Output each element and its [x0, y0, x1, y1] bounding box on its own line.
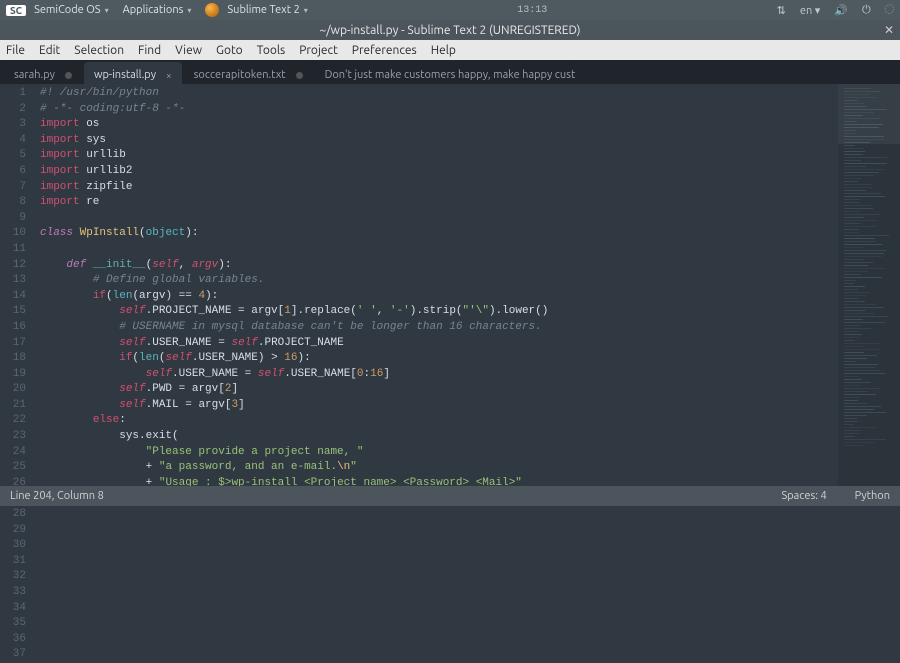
- code-line[interactable]: import re: [40, 195, 838, 211]
- code-line[interactable]: sys.exit(: [40, 429, 838, 445]
- menu-find[interactable]: Find: [138, 44, 161, 57]
- distro-logo: SC: [6, 5, 26, 16]
- tab[interactable]: wp-install.py ×: [84, 62, 182, 84]
- code-line[interactable]: self.PROJECT_NAME = argv[1].replace(' ',…: [40, 304, 838, 320]
- power-icon[interactable]: ⏻: [862, 4, 871, 17]
- window-title: ~/wp-install.py - Sublime Text 2 (UNREGI…: [319, 24, 580, 37]
- code-line[interactable]: #! /usr/bin/python: [40, 86, 838, 102]
- distro-menu[interactable]: SemiCode OS ▾: [34, 4, 109, 16]
- code-line[interactable]: import zipfile: [40, 180, 838, 196]
- editor-area: 1234567891011121314151617181920212223242…: [0, 84, 900, 486]
- syntax-setting[interactable]: Python: [855, 490, 890, 502]
- code-line[interactable]: if(len(self.USER_NAME) > 16):: [40, 351, 838, 367]
- code-line[interactable]: [40, 242, 838, 258]
- code-line[interactable]: self.USER_NAME = self.PROJECT_NAME: [40, 336, 838, 352]
- code-line[interactable]: import urllib: [40, 148, 838, 164]
- code-line[interactable]: + "Usage : $>wp-install <Project name> <…: [40, 476, 838, 486]
- statusbar: Line 204, Column 8 Spaces: 4 Python: [0, 486, 900, 506]
- applications-label: Applications: [123, 4, 184, 16]
- tab[interactable]: sarah.py: [4, 62, 82, 84]
- code-line[interactable]: import os: [40, 117, 838, 133]
- clock[interactable]: 13:13: [517, 5, 547, 16]
- close-tab-icon[interactable]: ×: [166, 70, 172, 81]
- chevron-down-icon: ▾: [187, 6, 191, 15]
- menu-selection[interactable]: Selection: [74, 44, 124, 57]
- menu-project[interactable]: Project: [299, 44, 338, 57]
- menu-preferences[interactable]: Preferences: [352, 44, 417, 57]
- sublime-icon: [205, 3, 219, 17]
- dirty-indicator-icon[interactable]: [296, 72, 303, 79]
- code-line[interactable]: class WpInstall(object):: [40, 226, 838, 242]
- tab-label: Don't just make customers happy, make ha…: [325, 69, 575, 81]
- indent-setting[interactable]: Spaces: 4: [781, 490, 826, 502]
- running-app-label: Sublime Text 2: [227, 4, 299, 16]
- os-panel: SC SemiCode OS ▾ Applications ▾ Sublime …: [0, 0, 900, 20]
- chevron-down-icon: ▾: [105, 6, 109, 15]
- code-line[interactable]: self.USER_NAME = self.USER_NAME[0:16]: [40, 367, 838, 383]
- tab-label: wp-install.py: [94, 69, 156, 81]
- menu-file[interactable]: File: [6, 44, 25, 57]
- code-line[interactable]: # USERNAME in mysql database can't be lo…: [40, 320, 838, 336]
- code-line[interactable]: def __init__(self, argv):: [40, 258, 838, 274]
- menu-edit[interactable]: Edit: [39, 44, 60, 57]
- tab[interactable]: Don't just make customers happy, make ha…: [315, 62, 575, 84]
- window-titlebar: ~/wp-install.py - Sublime Text 2 (UNREGI…: [0, 20, 900, 40]
- code-line[interactable]: if(len(argv) == 4):: [40, 289, 838, 305]
- code-line[interactable]: [40, 211, 838, 227]
- code-line[interactable]: + "a password, and an e-mail.\n": [40, 460, 838, 476]
- code-line[interactable]: self.MAIL = argv[3]: [40, 398, 838, 414]
- net-indicator-icon[interactable]: ⇅: [777, 4, 786, 17]
- distro-label: SemiCode OS: [34, 4, 101, 16]
- code-line[interactable]: import urllib2: [40, 164, 838, 180]
- volume-icon[interactable]: 🔊: [834, 4, 848, 17]
- code-line[interactable]: "Please provide a project name, ": [40, 445, 838, 461]
- code-line[interactable]: self.PWD = argv[2]: [40, 382, 838, 398]
- code-line[interactable]: import sys: [40, 133, 838, 149]
- close-icon[interactable]: ✕: [884, 23, 894, 37]
- minimap-content: [844, 88, 894, 482]
- session-icon[interactable]: ◌: [885, 4, 894, 16]
- lang-label: en: [800, 5, 812, 17]
- tabbar: sarah.py wp-install.py × soccerapitoken.txt…: [0, 60, 900, 84]
- app-menu: File Edit Selection Find View Goto Tools Projec…: [0, 40, 900, 60]
- menu-help[interactable]: Help: [431, 44, 456, 57]
- menu-view[interactable]: View: [175, 44, 202, 57]
- lang-indicator[interactable]: en ▾: [800, 4, 820, 17]
- minimap[interactable]: [838, 84, 900, 486]
- code-line[interactable]: else:: [40, 413, 838, 429]
- dirty-indicator-icon[interactable]: [65, 72, 72, 79]
- menu-goto[interactable]: Goto: [216, 44, 243, 57]
- cursor-position[interactable]: Line 204, Column 8: [10, 490, 104, 502]
- running-app[interactable]: Sublime Text 2 ▾: [205, 3, 307, 17]
- tab[interactable]: soccerapitoken.txt: [184, 62, 313, 84]
- tab-label: sarah.py: [14, 69, 55, 81]
- tab-label: soccerapitoken.txt: [194, 69, 286, 81]
- menu-tools[interactable]: Tools: [257, 44, 286, 57]
- applications-menu[interactable]: Applications ▾: [123, 4, 192, 16]
- chevron-down-icon: ▾: [304, 6, 308, 15]
- code-line[interactable]: # Define global variables.: [40, 273, 838, 289]
- code-view[interactable]: #! /usr/bin/python# -*- coding:utf-8 -*-…: [34, 84, 838, 486]
- line-gutter: 1234567891011121314151617181920212223242…: [0, 84, 34, 486]
- code-line[interactable]: # -*- coding:utf-8 -*-: [40, 102, 838, 118]
